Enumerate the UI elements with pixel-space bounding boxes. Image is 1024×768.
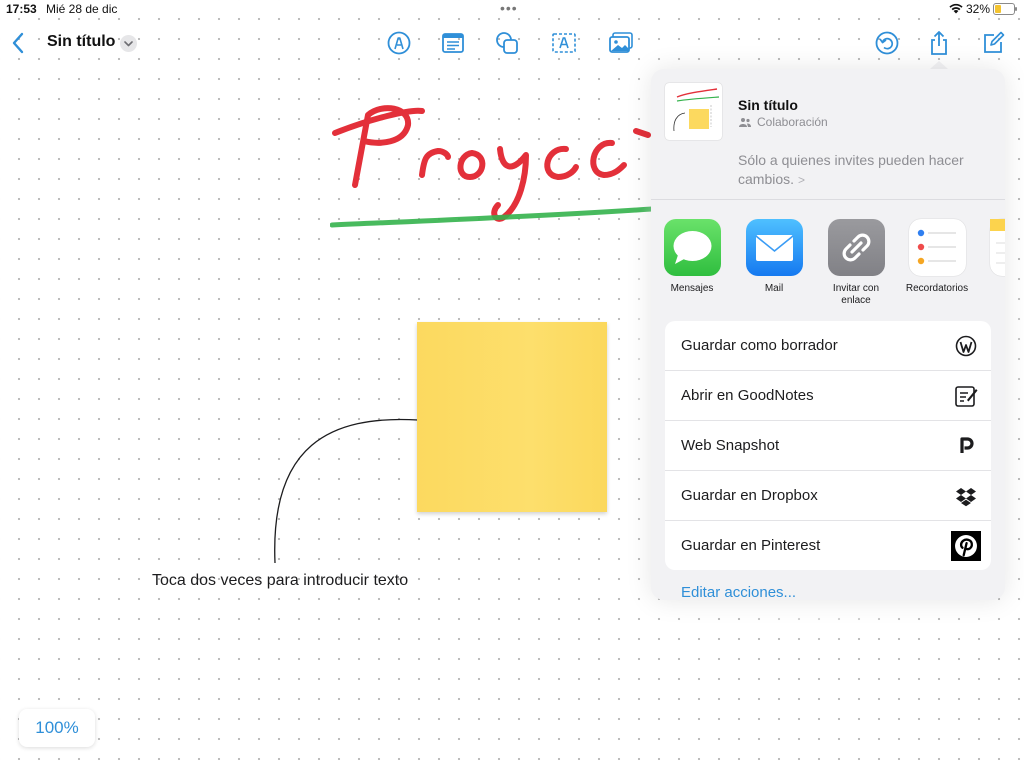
permissions-description[interactable]: Sólo a quienes invites pueden hacer camb… — [738, 151, 993, 190]
share-app-reminders[interactable]: Recordatorios — [902, 219, 972, 295]
handwriting-drawing[interactable] — [330, 95, 660, 240]
back-chevron-icon[interactable] — [8, 30, 28, 56]
share-app-invite-link[interactable]: Invitar con enlace — [821, 219, 891, 307]
permissions-text: Sólo a quienes invites pueden hacer camb… — [738, 152, 964, 187]
pen-tool-button[interactable] — [386, 30, 412, 56]
share-app-notes[interactable]: N — [983, 219, 1005, 295]
sticky-note[interactable] — [417, 322, 607, 512]
wifi-icon — [949, 3, 963, 14]
share-title: Sin título — [738, 97, 798, 113]
action-save-pinterest[interactable]: Guardar en Pinterest — [665, 521, 991, 570]
shapes-icon — [496, 32, 518, 54]
share-app-messages[interactable]: Mensajes — [657, 219, 727, 295]
messages-icon — [663, 219, 721, 276]
divider — [651, 199, 1005, 200]
status-time: 17:53 — [6, 2, 37, 16]
share-actions-list: Guardar como borrador Abrir en GoodNotes… — [665, 321, 991, 570]
reminders-icon — [908, 219, 966, 276]
goodnotes-icon — [955, 386, 978, 407]
status-date: Mié 28 de dic — [46, 2, 118, 16]
action-label: Guardar como borrador — [681, 337, 838, 354]
battery-icon — [993, 3, 1017, 15]
pen-tool-icon — [387, 31, 411, 55]
wordpress-icon — [955, 335, 977, 357]
multitasking-dots[interactable]: ••• — [500, 0, 518, 16]
media-icon — [609, 32, 633, 53]
action-label: Guardar en Dropbox — [681, 487, 818, 504]
edit-actions-link[interactable]: Editar acciones... — [681, 584, 796, 600]
share-icon — [931, 31, 947, 55]
handwritten-text — [332, 105, 651, 222]
text-box-icon — [552, 33, 576, 53]
title-menu-chevron-icon[interactable] — [120, 35, 137, 52]
document-title[interactable]: Sin título — [47, 33, 115, 51]
share-button[interactable] — [926, 30, 952, 56]
app-label: Invitar con enlace — [832, 283, 880, 306]
text-placeholder[interactable]: Toca dos veces para introducir texto — [152, 572, 408, 590]
action-save-draft[interactable]: Guardar como borrador — [665, 321, 991, 371]
app-label: Mensajes — [670, 283, 714, 294]
action-web-snapshot[interactable]: Web Snapshot — [665, 421, 991, 471]
dropbox-icon — [956, 488, 976, 507]
text-box-button[interactable] — [551, 30, 577, 56]
media-button[interactable] — [608, 30, 634, 56]
status-bar: 17:53 Mié 28 de dic ••• 32% — [0, 0, 1024, 20]
action-label: Guardar en Pinterest — [681, 537, 821, 554]
people-icon — [739, 118, 751, 127]
share-sheet: Sin título Colaboración Sólo a quienes i… — [651, 69, 1005, 600]
text-note-button[interactable] — [440, 30, 466, 56]
action-label: Abrir en GoodNotes — [681, 387, 814, 404]
popover-arrow — [930, 61, 948, 69]
app-label: N — [983, 283, 1005, 295]
board-thumbnail — [665, 83, 722, 140]
chevron-right-icon: > — [798, 173, 806, 187]
compose-button[interactable] — [980, 30, 1006, 56]
undo-icon — [875, 31, 899, 55]
action-label: Web Snapshot — [681, 437, 780, 454]
battery-percentage: 32% — [966, 2, 991, 16]
app-label: Mail — [764, 283, 784, 294]
thumbnail-sticky — [689, 109, 709, 129]
mail-icon — [745, 219, 803, 276]
link-icon — [827, 219, 885, 276]
zoom-level[interactable]: 100% — [19, 709, 95, 747]
web-snapshot-icon — [960, 437, 974, 453]
collaboration-label: Colaboración — [757, 115, 828, 129]
action-open-goodnotes[interactable]: Abrir en GoodNotes — [665, 371, 991, 421]
action-save-dropbox[interactable]: Guardar en Dropbox — [665, 471, 991, 521]
undo-button[interactable] — [874, 30, 900, 56]
app-label: Recordatorios — [905, 283, 969, 294]
compose-icon — [984, 31, 1005, 53]
shapes-button[interactable] — [494, 30, 520, 56]
share-app-mail[interactable]: Mail — [739, 219, 809, 295]
connector-line[interactable] — [270, 415, 430, 575]
text-note-icon — [442, 33, 464, 53]
notes-icon — [989, 219, 1005, 276]
pinterest-icon — [951, 531, 981, 561]
